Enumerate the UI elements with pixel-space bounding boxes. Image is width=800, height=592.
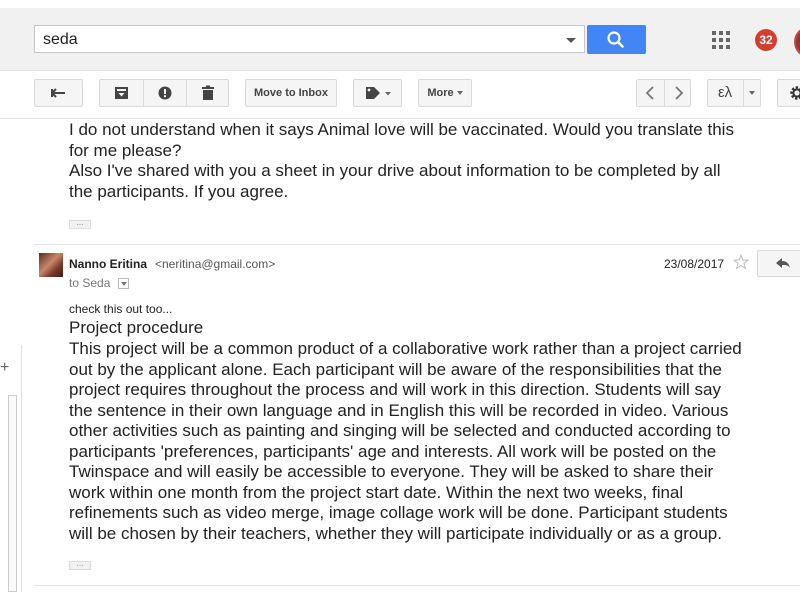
message-date: 23/08/2017 xyxy=(664,257,725,271)
text-line: Also I've shared with you a sheet in you… xyxy=(69,161,721,180)
report-spam-button[interactable] xyxy=(143,80,187,106)
move-to-inbox-button[interactable]: Move to Inbox xyxy=(245,79,337,107)
show-details-button[interactable] xyxy=(118,278,129,289)
text-line: will be chosen by their teachers, whethe… xyxy=(69,523,722,543)
add-icon[interactable]: + xyxy=(0,359,9,377)
text-line: This project will be a common product of… xyxy=(69,339,742,358)
text-line: other activities such as painting and si… xyxy=(69,421,731,440)
gear-icon xyxy=(790,86,800,100)
chevron-down-icon xyxy=(121,282,127,286)
search-button[interactable] xyxy=(587,25,646,54)
older-button[interactable] xyxy=(664,80,692,106)
text-line: refinements such as video merge, image c… xyxy=(69,503,728,522)
side-scrollbar[interactable] xyxy=(8,395,17,592)
chevron-left-icon xyxy=(645,86,654,100)
more-button[interactable]: More xyxy=(418,79,472,107)
show-trimmed-content-button[interactable]: ... xyxy=(69,560,91,570)
message-divider xyxy=(34,585,800,586)
more-label: More xyxy=(427,87,454,99)
search-icon xyxy=(607,31,624,48)
back-arrow-icon xyxy=(51,88,65,98)
label-tag-icon xyxy=(366,87,391,99)
back-button[interactable] xyxy=(34,79,83,107)
sender-avatar xyxy=(39,253,63,277)
text-line: work within one month from the project s… xyxy=(69,482,684,502)
search-input[interactable]: seda xyxy=(43,31,78,49)
message-note: check this out too... xyxy=(69,302,173,316)
language-caret-area[interactable] xyxy=(743,80,762,106)
message-body: This project will be a common product of… xyxy=(69,339,799,544)
chevron-down-icon xyxy=(456,91,463,96)
archive-button[interactable] xyxy=(100,80,143,106)
search-box[interactable]: seda xyxy=(34,25,585,53)
language-label: ελ xyxy=(718,84,733,101)
message-divider xyxy=(34,244,800,245)
text-line: out by the applicant alone. Each partici… xyxy=(69,359,723,379)
apps-grid-icon[interactable] xyxy=(712,31,730,49)
chevron-right-icon xyxy=(674,86,683,100)
sender-email: <neritina@gmail.com> xyxy=(155,257,276,271)
text-line: the sentence in their own language and i… xyxy=(69,400,729,420)
archive-icon xyxy=(115,87,128,99)
text-line: the participants. If you agree. xyxy=(69,181,289,201)
previous-message-body: I do not understand when it says Animal … xyxy=(69,120,799,202)
sender-name[interactable]: Nanno Eritina xyxy=(69,257,147,271)
text-line: Twinspace and will easily be accessible … xyxy=(69,462,714,481)
reply-icon xyxy=(776,258,790,268)
trash-icon xyxy=(202,85,214,100)
message-heading: Project procedure xyxy=(69,318,204,337)
chevron-down-icon xyxy=(749,91,755,96)
search-options-caret-icon[interactable] xyxy=(566,38,576,43)
text-line: participants 'preferences, participants'… xyxy=(69,441,717,461)
notification-badge[interactable]: 32 xyxy=(755,29,777,51)
show-trimmed-content-button[interactable]: ... xyxy=(69,219,91,229)
action-button-group xyxy=(99,79,229,107)
input-tools-button[interactable]: ελ xyxy=(707,79,761,107)
report-spam-icon xyxy=(158,86,172,100)
newer-button[interactable] xyxy=(637,80,664,106)
text-line: for me please? xyxy=(69,140,182,160)
pagination-buttons xyxy=(636,79,691,107)
delete-button[interactable] xyxy=(186,80,230,106)
recipient-line: to Seda xyxy=(69,276,111,290)
text-line: project requires throughout the process … xyxy=(69,380,721,399)
reply-button[interactable] xyxy=(757,250,800,277)
settings-button[interactable] xyxy=(777,79,800,107)
labels-button[interactable] xyxy=(353,79,402,107)
star-icon[interactable] xyxy=(733,254,749,270)
text-line: I do not understand when it says Animal … xyxy=(69,120,734,139)
